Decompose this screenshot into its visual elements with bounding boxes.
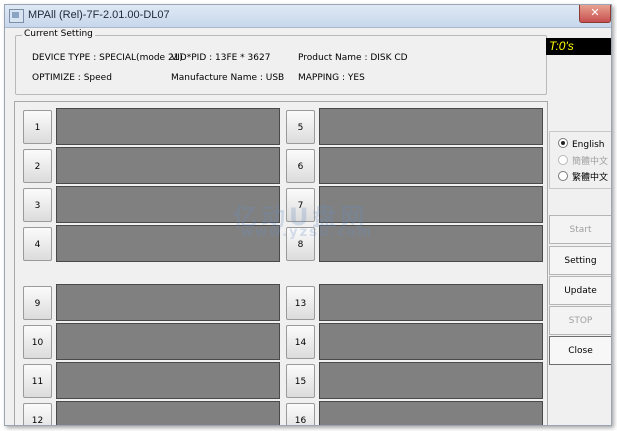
current-setting-group: Current Setting DEVICE TYPE : SPECIAL(mo… xyxy=(15,29,547,95)
language-option-label: 繁體中文 xyxy=(572,173,609,183)
slot-status-9 xyxy=(56,284,280,321)
slots-panel: 1 2 3 4 9 10 11 12 5 6 7 8 13 14 15 16 xyxy=(14,101,548,425)
slot-button-5[interactable]: 5 xyxy=(286,110,315,144)
product-name-label: Product Name : DISK CD xyxy=(298,53,408,63)
current-setting-legend: Current Setting xyxy=(22,29,95,39)
setting-button[interactable]: Setting xyxy=(549,246,611,275)
slot-button-13[interactable]: 13 xyxy=(286,286,315,320)
slot-button-6[interactable]: 6 xyxy=(286,149,315,183)
slot-button-4[interactable]: 4 xyxy=(23,227,52,261)
slot-button-3[interactable]: 3 xyxy=(23,188,52,222)
slot-status-10 xyxy=(56,323,280,360)
slot-status-11 xyxy=(56,362,280,399)
language-option-english[interactable]: English xyxy=(558,138,605,150)
update-button[interactable]: Update xyxy=(549,276,611,305)
slot-button-9[interactable]: 9 xyxy=(23,286,52,320)
window-title: MPAll (Rel)-7F-2.01.00-DL07 xyxy=(28,9,170,21)
timer-display: T:0's xyxy=(546,38,611,55)
window-close-button[interactable]: ✕ xyxy=(579,5,611,23)
slot-button-15[interactable]: 15 xyxy=(286,364,315,398)
slot-button-14[interactable]: 14 xyxy=(286,325,315,359)
slot-button-12[interactable]: 12 xyxy=(23,403,52,425)
language-option-traditional-chinese[interactable]: 繁體中文 xyxy=(558,170,608,183)
slot-button-2[interactable]: 2 xyxy=(23,149,52,183)
slot-status-12 xyxy=(56,401,280,425)
slot-status-16 xyxy=(319,401,543,425)
slot-status-14 xyxy=(319,323,543,360)
radio-selected-icon xyxy=(558,138,568,148)
watermark-url: www.yzsu.com xyxy=(241,225,374,240)
app-icon xyxy=(9,9,24,23)
slot-status-5 xyxy=(319,108,543,145)
stop-button[interactable]: STOP xyxy=(549,306,611,335)
device-type-label: DEVICE TYPE : SPECIAL(mode 21) xyxy=(32,53,183,63)
title-bar[interactable]: MPAll (Rel)-7F-2.01.00-DL07 ✕ xyxy=(5,5,611,28)
close-button[interactable]: Close xyxy=(549,336,611,365)
slot-status-6 xyxy=(319,147,543,184)
manufacture-name-label: Manufacture Name : USB xyxy=(171,73,285,83)
app-window: MPAll (Rel)-7F-2.01.00-DL07 ✕ Current Se… xyxy=(4,4,612,426)
slot-status-2 xyxy=(56,147,280,184)
mapping-label: MAPPING : YES xyxy=(298,73,365,83)
language-option-simplified-chinese: 簡體中文 xyxy=(558,154,608,167)
slot-button-11[interactable]: 11 xyxy=(23,364,52,398)
language-group: English 簡體中文 繁體中文 xyxy=(549,131,611,189)
language-option-label: 簡體中文 xyxy=(572,157,609,167)
slot-status-15 xyxy=(319,362,543,399)
slot-button-1[interactable]: 1 xyxy=(23,110,52,144)
radio-unselected-icon xyxy=(558,171,568,181)
slot-button-10[interactable]: 10 xyxy=(23,325,52,359)
vid-pid-label: VID*PID : 13FE * 3627 xyxy=(171,53,271,63)
start-button[interactable]: Start xyxy=(549,215,611,244)
slot-status-13 xyxy=(319,284,543,321)
optimize-label: OPTIMIZE : Speed xyxy=(32,73,112,83)
language-option-label: English xyxy=(572,140,605,150)
radio-unselected-icon xyxy=(558,155,568,165)
slot-button-16[interactable]: 16 xyxy=(286,403,315,425)
slot-status-1 xyxy=(56,108,280,145)
